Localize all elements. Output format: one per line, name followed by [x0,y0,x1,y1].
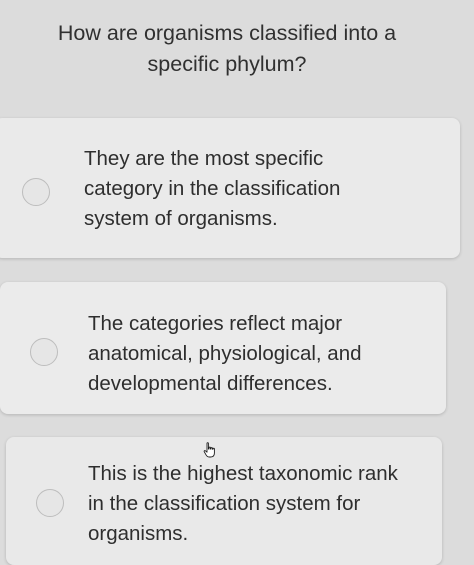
answer-option-1-label: They are the most specific category in t… [84,147,341,230]
answer-option-2[interactable]: The categories reflect major anatomical,… [0,282,446,414]
answer-option-3[interactable]: This is the highest taxonomic rank in th… [6,437,442,565]
radio-button-3[interactable] [36,489,64,517]
answer-option-3-label: This is the highest taxonomic rank in th… [88,462,398,545]
hand-pointer-icon [203,442,215,458]
radio-button-1[interactable] [22,178,50,206]
answer-option-2-label: The categories reflect major anatomical,… [88,312,362,395]
radio-button-2[interactable] [30,338,58,366]
question-text: How are organisms classified into a spec… [57,21,397,76]
answer-option-1[interactable]: They are the most specific category in t… [0,118,460,258]
